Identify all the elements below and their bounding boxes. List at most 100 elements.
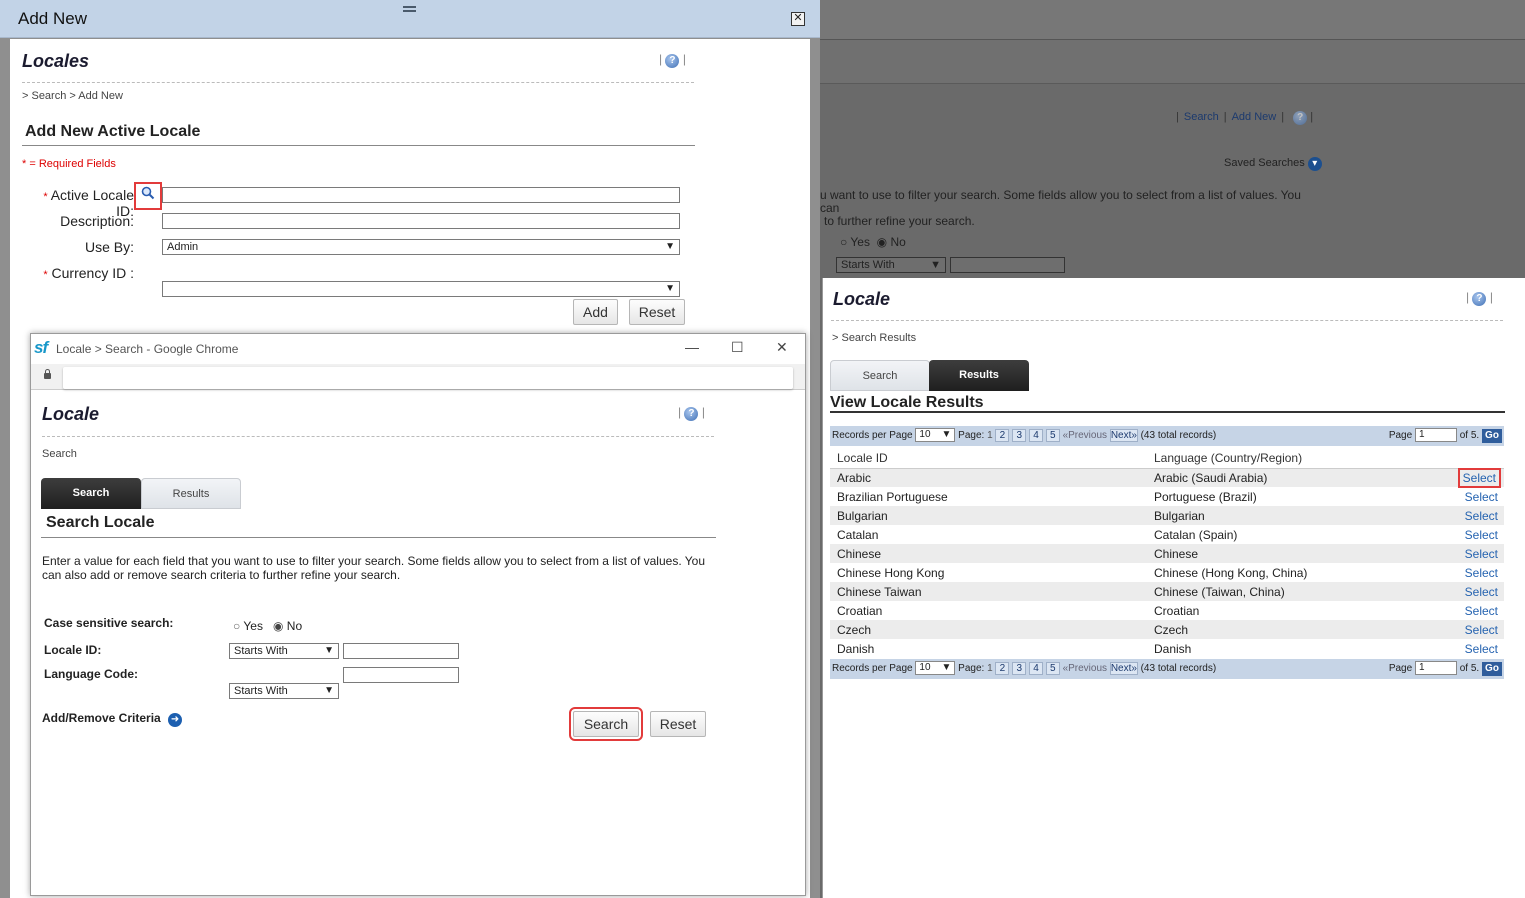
select-link[interactable]: Select	[1444, 525, 1504, 544]
page-link[interactable]: 4	[1029, 662, 1043, 675]
arrow-right-icon[interactable]: ➜	[168, 713, 183, 727]
language-cell: Czech	[1147, 620, 1444, 639]
chevron-down-icon: ▼	[324, 645, 334, 656]
maximize-icon[interactable]: ☐	[731, 339, 744, 356]
required-star: *	[43, 191, 48, 203]
add-button[interactable]: Add	[573, 299, 618, 325]
previous-link: «Previous	[1062, 430, 1108, 441]
table-row: Croatian Croatian Select	[830, 601, 1504, 620]
case-sensitive-label: Case sensitive search:	[44, 616, 174, 630]
minimize-icon[interactable]: —	[685, 339, 699, 355]
divider	[42, 436, 714, 437]
page-link[interactable]: 5	[1045, 662, 1060, 675]
tab-search[interactable]: Search	[41, 478, 141, 509]
tab-results[interactable]: Results	[141, 478, 241, 509]
current-page: 1	[987, 663, 993, 674]
tab-results[interactable]: Results	[929, 360, 1029, 391]
page-link[interactable]: 2	[995, 662, 1010, 675]
results-panel: Locale | ? | > Search Results Search Res…	[822, 278, 1525, 898]
page-link[interactable]: 4	[1029, 429, 1043, 442]
background-operator-value: Starts With	[841, 259, 895, 271]
table-header-row: Locale ID Language (Country/Region)	[830, 448, 1504, 469]
select-link[interactable]: Select	[1444, 563, 1504, 582]
go-button[interactable]: Go	[1482, 662, 1502, 676]
active-locale-id-input[interactable]	[162, 187, 680, 203]
background-header	[820, 0, 1525, 40]
select-link[interactable]: Select	[1444, 601, 1504, 620]
records-per-page-label: Records per Page	[832, 430, 913, 441]
go-button[interactable]: Go	[1482, 429, 1502, 443]
popup-reset-button[interactable]: Reset	[650, 711, 706, 737]
add-remove-criteria[interactable]: Add/Remove Criteria ➜	[42, 711, 183, 727]
page-link[interactable]: 2	[995, 429, 1010, 442]
drag-handle-icon[interactable]	[403, 6, 416, 12]
currency-id-select[interactable]: ▼	[162, 281, 680, 297]
select-link[interactable]: Select	[1444, 544, 1504, 563]
currency-id-label: * Currency ID :	[22, 265, 134, 281]
background-add-new-link[interactable]: Add New	[1232, 111, 1277, 123]
select-link[interactable]: Select	[1444, 639, 1504, 658]
help-icon[interactable]: ?	[1472, 292, 1487, 306]
chevron-down-icon: ▼	[941, 429, 952, 441]
language-code-operator-select[interactable]: Starts With ▼	[229, 683, 339, 699]
locale-id-cell: Arabic	[830, 468, 1147, 487]
next-link[interactable]: Next»	[1109, 429, 1138, 442]
select-link[interactable]: Select	[1457, 467, 1502, 488]
search-popup-window: sf Locale > Search - Google Chrome — ☐ ✕…	[30, 333, 806, 896]
select-cell: Select	[1444, 467, 1504, 488]
page-input[interactable]: 1	[1414, 661, 1457, 676]
page-link[interactable]: 3	[1012, 429, 1027, 442]
url-field[interactable]	[63, 367, 793, 389]
help-icon[interactable]: ?	[665, 54, 680, 68]
page-input[interactable]: 1	[1414, 428, 1457, 443]
background-instructions-line1: u want to use to filter your search. Som…	[820, 188, 1301, 215]
locale-id-input[interactable]	[343, 643, 459, 659]
select-link[interactable]: Select	[1444, 582, 1504, 601]
page-link[interactable]: 5	[1045, 429, 1060, 442]
page-link[interactable]: 3	[1012, 662, 1027, 675]
records-per-page-select[interactable]: 10 ▼	[915, 661, 956, 676]
background-value-input[interactable]	[950, 257, 1065, 273]
tab-search[interactable]: Search	[830, 360, 930, 391]
description-input[interactable]	[162, 213, 680, 229]
background-instructions-line2: to further refine your search.	[824, 214, 975, 228]
search-button[interactable]: Search	[569, 707, 643, 741]
language-code-input[interactable]	[343, 667, 459, 683]
background-operator-select[interactable]: Starts With ▼	[836, 257, 946, 273]
select-link[interactable]: Select	[1444, 506, 1504, 525]
table-row: Chinese Chinese Select	[830, 544, 1504, 563]
column-header-locale-id[interactable]: Locale ID	[830, 448, 1147, 469]
table-row: Catalan Catalan (Spain) Select	[830, 525, 1504, 544]
reset-button[interactable]: Reset	[629, 299, 685, 325]
popup-titlebar[interactable]: sf Locale > Search - Google Chrome — ☐ ✕	[31, 334, 805, 364]
close-icon[interactable]: ✕	[776, 339, 788, 356]
records-per-page-select[interactable]: 10 ▼	[915, 428, 956, 443]
close-icon[interactable]: ✕	[791, 12, 805, 26]
select-link[interactable]: Select	[1444, 487, 1504, 506]
radio-icon[interactable]: ○	[233, 619, 240, 633]
dialog-titlebar[interactable]: Add New ✕	[0, 0, 820, 38]
background-search-link[interactable]: Search	[1184, 111, 1219, 123]
records-per-page-label: Records per Page	[832, 663, 913, 674]
popup-page-title: Locale	[42, 404, 100, 424]
lookup-search-button[interactable]	[134, 182, 162, 210]
radio-selected-icon[interactable]: ◉	[877, 235, 887, 249]
select-link[interactable]: Select	[1444, 620, 1504, 639]
page-input-label: Page	[1388, 430, 1413, 441]
radio-icon[interactable]: ○	[840, 235, 847, 249]
help-icon[interactable]: ?	[1293, 111, 1308, 125]
divider	[831, 320, 1503, 321]
results-help-links: | ? |	[1466, 290, 1493, 306]
help-icon[interactable]: ?	[684, 407, 699, 421]
use-by-label: Use By:	[84, 239, 134, 255]
locale-id-operator-select[interactable]: Starts With ▼	[229, 643, 339, 659]
saved-searches[interactable]: Saved Searches ▾	[1224, 157, 1322, 171]
use-by-select[interactable]: Admin ▼	[162, 239, 680, 255]
column-header-language[interactable]: Language (Country/Region)	[1147, 448, 1444, 469]
popup-window-title: Locale > Search - Google Chrome	[56, 342, 239, 356]
chevron-down-icon[interactable]: ▾	[1307, 157, 1322, 171]
locale-id-cell: Danish	[837, 641, 875, 656]
radio-selected-icon[interactable]: ◉	[273, 619, 283, 633]
current-page: 1	[987, 430, 993, 441]
next-link[interactable]: Next»	[1109, 662, 1138, 675]
